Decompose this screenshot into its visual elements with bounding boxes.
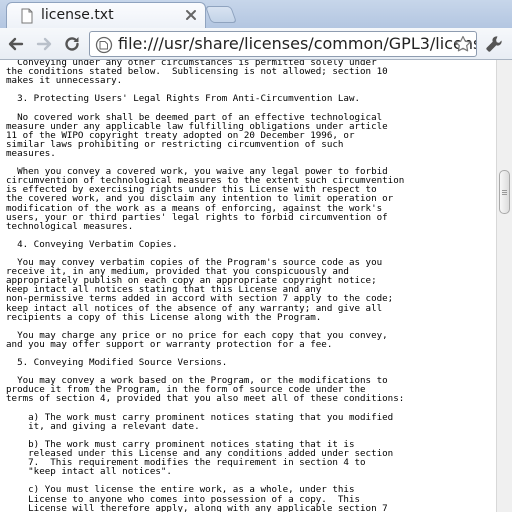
license-text: Conveying under any other circumstances … (6, 60, 405, 512)
star-icon[interactable] (454, 35, 472, 53)
back-arrow-icon[interactable] (6, 34, 26, 54)
url-text[interactable]: file:///usr/share/licenses/common/GPL3/l… (118, 34, 476, 53)
tab-license[interactable]: license.txt (6, 2, 206, 28)
page-icon (95, 36, 113, 54)
reload-icon[interactable] (62, 34, 82, 54)
tab-title: license.txt (41, 7, 114, 23)
close-icon[interactable] (184, 8, 198, 22)
new-tab-button[interactable] (204, 6, 238, 23)
page-content: Conveying under any other circumstances … (0, 60, 496, 512)
toolbar: file:///usr/share/licenses/common/GPL3/l… (0, 28, 512, 60)
vertical-scrollbar[interactable] (496, 60, 512, 512)
forward-arrow-icon[interactable] (34, 34, 54, 54)
tab-strip: license.txt (0, 0, 512, 28)
wrench-icon[interactable] (484, 34, 504, 54)
scrollbar-thumb[interactable] (499, 170, 510, 214)
page-icon (21, 8, 33, 24)
address-bar[interactable]: file:///usr/share/licenses/common/GPL3/l… (89, 31, 477, 57)
